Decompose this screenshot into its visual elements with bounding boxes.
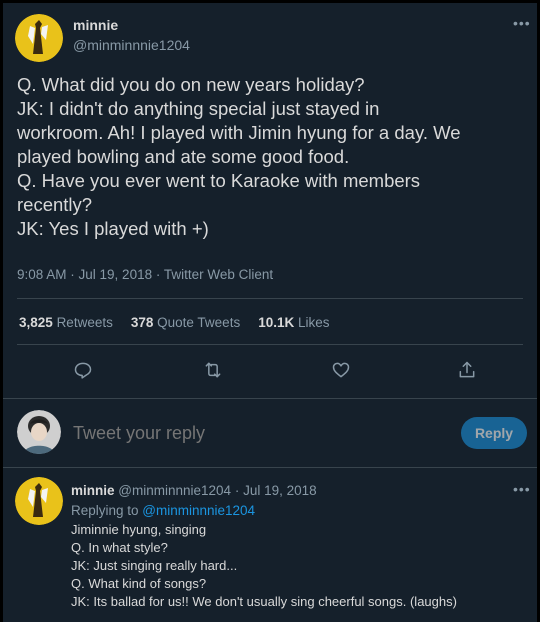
like-icon[interactable] [328,357,354,383]
reply-button[interactable]: Reply [461,417,527,449]
ellipsis-icon[interactable]: ••• [513,15,531,31]
handle[interactable]: @minminnnie1204 [73,37,190,53]
reply-composer: Reply [3,398,537,468]
tweet-stats: 3,825 Retweets 378 Quote Tweets 10.1K Li… [19,315,330,330]
quote-tweets-stat[interactable]: 378 Quote Tweets [131,315,240,330]
reply-header: minnie @minminnnie1204 · Jul 19, 2018 [71,483,317,498]
tweet-text-line: Q. Have you ever went to Karaoke with me… [17,170,421,191]
share-icon[interactable] [454,357,480,383]
tweet-text-line: JK: Its ballad for us!! We don't usually… [71,594,457,609]
main-tweet: minnie @minminnnie1204 ••• Q. What did y… [3,3,537,398]
avatar[interactable] [15,477,63,525]
reply-input[interactable] [73,423,433,444]
timeline-frame: minnie @minminnnie1204 ••• Q. What did y… [3,3,537,622]
handle[interactable]: @minminnnie1204 [118,483,231,498]
tweet-date[interactable]: Jul 19, 2018 [79,267,153,282]
avatar[interactable] [17,410,61,454]
tweet-actions [3,357,537,383]
mention-link[interactable]: @minminnnie1204 [142,503,255,518]
tweet-text-line: played bowling and ate some good food. [17,146,350,167]
tweet-client[interactable]: Twitter Web Client [164,267,273,282]
tweet-text: Jiminnie hyung, singing Q. In what style… [71,521,457,611]
retweet-icon[interactable] [200,357,226,383]
tweet-date[interactable]: Jul 19, 2018 [243,483,317,498]
tweet-time[interactable]: 9:08 AM [17,267,67,282]
tweet-text-line: Jiminnie hyung, singing [71,522,207,537]
retweets-stat[interactable]: 3,825 Retweets [19,315,113,330]
tweet-text-line: Q. What did you do on new years holiday? [17,74,365,95]
tweet-text: Q. What did you do on new years holiday?… [17,73,527,241]
replying-to: Replying to @minminnnie1204 [71,503,256,518]
display-name[interactable]: minnie [71,483,115,498]
reply-tweet: minnie @minminnnie1204 · Jul 19, 2018 ••… [3,469,537,622]
divider [17,344,523,345]
display-name[interactable]: minnie [73,17,118,33]
tweet-text-line: Q. What kind of songs? [71,576,207,591]
tweet-text-line: JK: Just singing really hard... [71,558,238,573]
ellipsis-icon[interactable]: ••• [513,481,531,497]
tweet-text-line: recently? [17,194,93,215]
tweet-text-line: Q. In what style? [71,540,168,555]
avatar[interactable] [15,14,63,62]
tweet-text-line: workroom. Ah! I played with Jimin hyung … [17,122,461,143]
tweet-text-line: JK: Yes I played with +) [17,218,209,239]
tweet-meta: 9:08 AM · Jul 19, 2018 · Twitter Web Cli… [17,267,274,282]
tweet-text-line: JK: I didn't do anything special just st… [17,98,380,119]
divider [17,298,523,299]
likes-stat[interactable]: 10.1K Likes [258,315,329,330]
reply-icon[interactable] [70,357,96,383]
